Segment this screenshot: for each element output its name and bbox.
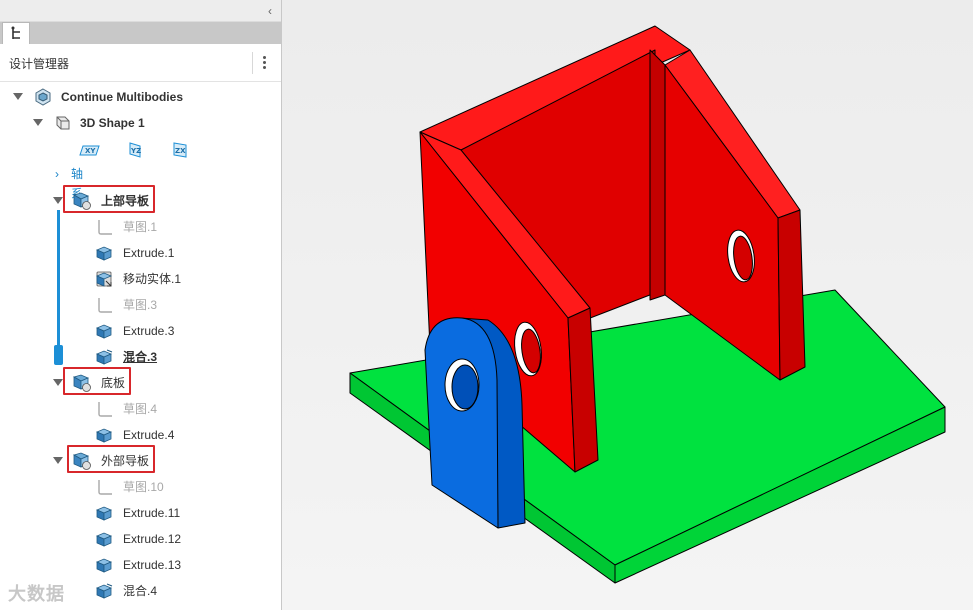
tree-item[interactable]: 草图.3 bbox=[0, 294, 280, 316]
extrude-icon bbox=[95, 558, 113, 573]
tree-item[interactable]: 草图.1 bbox=[0, 216, 280, 238]
3d-viewport[interactable] bbox=[282, 0, 973, 610]
tree-item[interactable]: 移动实体.1 bbox=[0, 268, 280, 290]
blend-icon bbox=[95, 349, 113, 365]
outer-guide-body[interactable] bbox=[424, 317, 526, 529]
svg-text:YZ: YZ bbox=[130, 147, 141, 155]
tree-root-label: Continue Multibodies bbox=[61, 90, 183, 104]
tree-group-base-plate[interactable]: 底板 bbox=[0, 367, 280, 395]
tree-group-upper-guide[interactable]: 上部导板 bbox=[0, 185, 280, 213]
tree-item[interactable]: Extrude.1 bbox=[0, 242, 280, 264]
sketch-icon bbox=[98, 220, 112, 235]
extrude-icon bbox=[95, 324, 113, 339]
tree-item[interactable]: Extrude.13 bbox=[0, 554, 280, 576]
tab-feature-tree[interactable] bbox=[2, 22, 30, 44]
group-label: 底板 bbox=[101, 376, 126, 390]
reference-planes-row: XY YZ ZX bbox=[0, 139, 280, 161]
tree-item-label: 混合.3 bbox=[123, 350, 158, 364]
expand-caret-icon[interactable] bbox=[53, 457, 63, 464]
panel-tab-strip bbox=[0, 22, 281, 44]
design-manager-panel: ‹ 设计管理器 Continue Multibodies 3D Shape 1 … bbox=[0, 0, 282, 610]
expand-caret-icon[interactable] bbox=[33, 119, 43, 126]
tree-item-label: 草图.4 bbox=[123, 402, 158, 416]
tree-item-label: 移动实体.1 bbox=[123, 272, 182, 286]
tree-item-label: Extrude.11 bbox=[123, 506, 181, 520]
body-group-icon bbox=[72, 374, 91, 392]
tree-group-outer-guide[interactable]: 外部导板 bbox=[0, 445, 280, 473]
sketch-icon bbox=[98, 480, 112, 495]
tree-item[interactable]: Extrude.11 bbox=[0, 502, 280, 524]
panel-header: 设计管理器 bbox=[0, 44, 281, 82]
tree-shape-label: 3D Shape 1 bbox=[80, 116, 145, 130]
watermark: 大数据 bbox=[8, 584, 65, 604]
svg-text:ZX: ZX bbox=[175, 147, 186, 155]
tree-item[interactable]: 草图.10 bbox=[0, 476, 280, 498]
tree-item-label: 草图.10 bbox=[123, 480, 164, 494]
body-group-icon bbox=[72, 452, 91, 470]
tree-item-label: 草图.3 bbox=[123, 298, 158, 312]
panel-title: 设计管理器 bbox=[9, 57, 70, 71]
shape-icon bbox=[56, 116, 70, 130]
tree-item-label: Extrude.13 bbox=[123, 558, 182, 572]
yz-plane-icon[interactable]: YZ bbox=[125, 141, 145, 159]
expand-caret-icon[interactable] bbox=[13, 93, 23, 100]
expand-caret-icon[interactable] bbox=[53, 379, 63, 386]
tree-item[interactable]: Extrude.3 bbox=[0, 320, 280, 342]
tree-item[interactable]: Extrude.12 bbox=[0, 528, 280, 550]
multibody-icon bbox=[35, 88, 51, 106]
sketch-icon bbox=[98, 298, 112, 313]
more-options-button[interactable] bbox=[259, 54, 269, 72]
tree-item-label: 草图.1 bbox=[123, 220, 158, 234]
move-body-icon bbox=[95, 271, 113, 287]
tree-item-label: Extrude.1 bbox=[123, 246, 175, 260]
tree-root[interactable]: Continue Multibodies bbox=[0, 86, 280, 108]
tree-shape[interactable]: 3D Shape 1 bbox=[0, 112, 280, 134]
xy-plane-icon[interactable]: XY bbox=[79, 141, 101, 159]
group-label: 外部导板 bbox=[101, 454, 150, 468]
zx-plane-icon[interactable]: ZX bbox=[170, 141, 190, 159]
expand-caret-icon[interactable] bbox=[53, 197, 63, 204]
group-label: 上部导板 bbox=[101, 194, 150, 208]
tree-item[interactable]: 草图.4 bbox=[0, 398, 280, 420]
tree-item-current[interactable]: 混合.3 bbox=[0, 346, 280, 368]
svg-text:XY: XY bbox=[85, 147, 96, 155]
collapse-panel-button[interactable]: ‹ bbox=[263, 3, 277, 19]
tree-item-label: Extrude.3 bbox=[123, 324, 175, 338]
more-icon bbox=[262, 56, 266, 59]
model-render bbox=[349, 25, 946, 584]
extrude-icon bbox=[95, 506, 113, 521]
extrude-icon bbox=[95, 428, 113, 443]
extrude-icon bbox=[95, 532, 113, 547]
feature-tree-icon bbox=[11, 26, 20, 39]
tree-item[interactable]: Extrude.4 bbox=[0, 424, 280, 446]
body-group-icon bbox=[72, 192, 91, 210]
tree-item-label: Extrude.12 bbox=[123, 532, 182, 546]
sketch-icon bbox=[98, 402, 112, 417]
extrude-icon bbox=[95, 246, 113, 261]
header-divider bbox=[252, 52, 253, 74]
chevron-right-icon[interactable]: › bbox=[55, 164, 59, 184]
blend-icon bbox=[95, 583, 113, 599]
tree-item-label: Extrude.4 bbox=[123, 428, 175, 442]
tree-item-label: 混合.4 bbox=[123, 584, 158, 598]
panel-collapse-strip: ‹ bbox=[0, 0, 281, 22]
